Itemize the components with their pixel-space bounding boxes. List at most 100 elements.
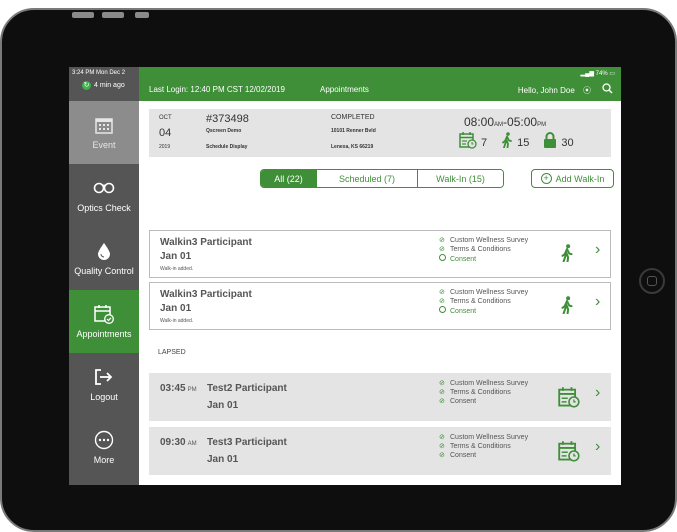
survey-item: ⊘ Terms & Conditions [439, 388, 528, 397]
survey-label: Terms & Conditions [450, 298, 511, 305]
tab-walk-in[interactable]: Walk-In (15) [418, 170, 503, 187]
check-circle-icon: ⊘ [439, 237, 445, 244]
time-end-ampm: PM [537, 122, 547, 128]
check-circle-icon: ⊘ [439, 246, 445, 253]
tab-scheduled[interactable]: Scheduled (7) [317, 170, 418, 187]
add-walk-in-label: Add Walk-In [555, 173, 605, 184]
survey-item: ⊘ Custom Wellness Survey [439, 288, 528, 297]
appointment-card[interactable]: Walkin3 Participant Jan 01 Walk-in added… [149, 230, 611, 278]
sidebar-item-event[interactable]: Event [69, 101, 139, 164]
time-end: 05:00 [507, 115, 538, 129]
status-area: 3:24 PM Mon Dec 2 ↻ 4 min ago [69, 67, 139, 101]
last-login: Last Login: 12:40 PM CST 12/02/2019 [149, 85, 285, 94]
walkin-count: 15 [517, 136, 530, 149]
power-button [135, 12, 149, 18]
appointment-card[interactable]: Walkin3 Participant Jan 01 Walk-in added… [149, 282, 611, 330]
event-summary: OCT 04 2019 #373498 Qscreen Demo Schedul… [149, 109, 611, 157]
broadcast-icon: ⦿ [583, 86, 591, 95]
home-button-icon [647, 276, 657, 286]
appointment-date: Jan 01 [160, 303, 192, 314]
appointment-time: 09:30 AM [160, 437, 197, 448]
event-time: 08:00AM-05:00PM [464, 115, 546, 129]
sidebar-item-appointments[interactable]: Appointments [69, 290, 139, 353]
more-icon [94, 430, 114, 450]
survey-label: Custom Wellness Survey [450, 434, 529, 441]
event-id: #373498 [206, 113, 249, 125]
appointment-date: Jan 01 [207, 454, 239, 465]
survey-label: Terms & Conditions [450, 443, 511, 450]
sidebar-item-optics-check[interactable]: Optics Check [69, 164, 139, 227]
chevron-right-icon[interactable]: › [595, 241, 600, 259]
check-circle-icon: ⊘ [439, 389, 445, 396]
calendar-clock-icon [459, 131, 477, 154]
volume-button [102, 12, 124, 18]
sidebar-item-quality-control[interactable]: Quality Control [69, 227, 139, 290]
greeting-text: Hello, John Doe [517, 86, 575, 95]
event-year: 2019 [159, 144, 171, 150]
survey-item: Consent [439, 254, 528, 264]
sidebar-item-more[interactable]: More [69, 416, 139, 479]
time-value: 03:45 [160, 383, 186, 394]
tab-all[interactable]: All (22) [261, 170, 317, 187]
survey-item: ⊘ Custom Wellness Survey [439, 379, 528, 388]
survey-item: ⊘ Terms & Conditions [439, 442, 528, 451]
home-button[interactable] [639, 268, 665, 294]
survey-item: ⊘ Custom Wellness Survey [439, 236, 528, 245]
survey-label[interactable]: Consent [450, 255, 476, 264]
check-circle-icon: ⊘ [439, 434, 445, 441]
droplet-icon [97, 241, 111, 261]
sync-status[interactable]: ↻ 4 min ago [72, 81, 136, 90]
locked-count: 30 [561, 136, 574, 149]
check-circle-icon: ⊘ [439, 289, 445, 296]
participant-name: Test2 Participant [207, 383, 287, 394]
time-start-ampm: AM [494, 122, 504, 128]
appointment-date: Jan 01 [207, 400, 239, 411]
lapsed-appointment-card[interactable]: 03:45 PM Test2 Participant Jan 01 ⊘ Custom… [149, 373, 611, 421]
survey-label: Custom Wellness Survey [450, 289, 529, 296]
survey-label: Custom Wellness Survey [450, 380, 529, 387]
time-value: 09:30 [160, 437, 186, 448]
calendar-grid-icon [95, 115, 113, 135]
sidebar-item-label: Logout [90, 392, 118, 402]
survey-label: Consent [450, 452, 477, 459]
sidebar: 3:24 PM Mon Dec 2 ↻ 4 min ago Event Opti… [69, 67, 139, 485]
lock-icon [543, 131, 557, 154]
lapsed-appointment-card[interactable]: 09:30 AM Test3 Participant Jan 01 ⊘ Custom… [149, 427, 611, 475]
survey-label: Terms & Conditions [450, 246, 511, 253]
participant-name: Walkin3 Participant [160, 289, 252, 300]
sidebar-item-label: Optics Check [77, 203, 131, 213]
chevron-right-icon[interactable]: › [595, 438, 600, 456]
survey-item: ⊘ Terms & Conditions [439, 245, 528, 254]
logout-icon [94, 367, 114, 387]
survey-list: ⊘ Custom Wellness Survey ⊘ Terms & Conditi… [439, 433, 528, 460]
appointment-date: Jan 01 [160, 251, 192, 262]
volume-button [72, 12, 94, 18]
battery-icon: ▭ [609, 71, 615, 77]
check-circle-icon: ⊘ [439, 380, 445, 387]
plus-icon: + [540, 173, 552, 184]
participant-name: Test3 Participant [207, 437, 287, 448]
sync-icon: ↻ [82, 81, 91, 90]
filter-tabs: All (22) Scheduled (7) Walk-In (15) [260, 169, 504, 188]
search-icon[interactable] [602, 83, 613, 97]
add-walk-in-button[interactable]: + Add Walk-In [531, 169, 614, 188]
sidebar-item-label: Event [92, 140, 116, 150]
chevron-right-icon[interactable]: › [595, 293, 600, 311]
chevron-right-icon[interactable]: › [595, 384, 600, 402]
calendar-check-icon [94, 304, 114, 324]
top-bar: ▂▄▆ 74% ▭ Last Login: 12:40 PM CST 12/02… [139, 67, 621, 101]
event-day: 04 [159, 127, 172, 139]
sidebar-item-label: Appointments [76, 329, 132, 339]
event-address-line1: 10101 Renner Bvld [331, 128, 376, 134]
survey-list: ⊘ Custom Wellness Survey ⊘ Terms & Conditi… [439, 236, 528, 264]
empty-circle-icon [439, 254, 447, 264]
survey-item: ⊘ Consent [439, 397, 528, 406]
survey-item: ⊘ Custom Wellness Survey [439, 433, 528, 442]
survey-label[interactable]: Consent [450, 307, 476, 316]
status-time: 3:24 PM Mon Dec 2 [72, 70, 126, 76]
walking-person-icon [560, 296, 574, 319]
sidebar-item-logout[interactable]: Logout [69, 353, 139, 416]
empty-circle-icon [439, 306, 447, 316]
user-greeting[interactable]: Hello, John Doe ⦿ [518, 85, 591, 96]
sidebar-item-label: More [93, 455, 115, 465]
